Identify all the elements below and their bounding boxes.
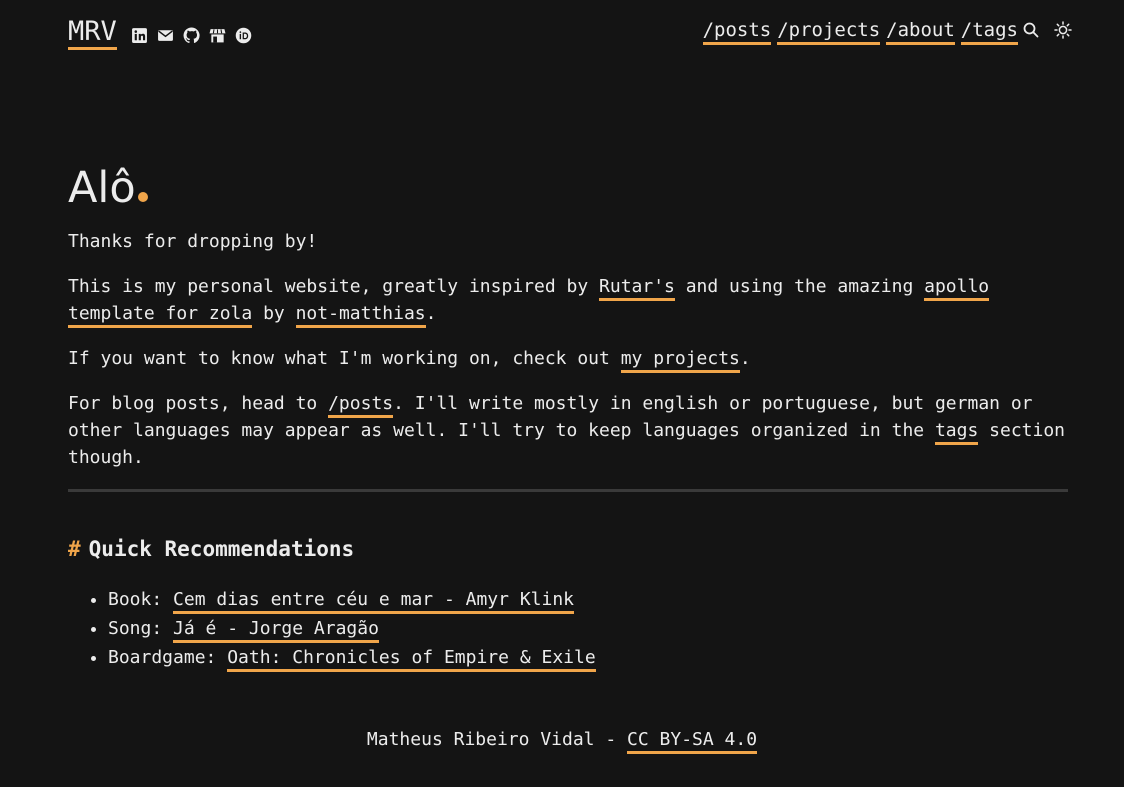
license-link[interactable]: CC BY-SA 4.0	[627, 729, 758, 754]
song-link[interactable]: Já é - Jorge Aragão	[173, 618, 379, 643]
linkedin-icon[interactable]	[131, 27, 148, 44]
site-logo[interactable]: MRV	[68, 16, 117, 50]
search-icon[interactable]	[1022, 21, 1040, 39]
greeting-text: Alô	[68, 163, 136, 213]
heading-text: Quick Recommendations	[88, 537, 355, 561]
projects-text-2: .	[739, 348, 751, 369]
not-matthias-link[interactable]: not-matthias	[295, 303, 426, 328]
nav-icons	[1022, 21, 1072, 39]
nav-projects[interactable]: /projects	[777, 18, 881, 45]
projects-text-1: If you want to know what I'm working on,…	[68, 348, 621, 369]
store-icon[interactable]	[209, 27, 226, 44]
recommendations-list: Book: Cem dias entre céu e mar - Amyr Kl…	[88, 585, 596, 672]
divider	[68, 489, 1068, 492]
projects-paragraph: If you want to know what I'm working on,…	[68, 345, 1068, 373]
main-nav: /posts /projects /about /tags	[702, 18, 1018, 45]
heading-hash: #	[68, 537, 81, 561]
my-projects-link[interactable]: my projects	[620, 348, 740, 373]
nav-tags[interactable]: /tags	[960, 18, 1018, 45]
boardgame-link[interactable]: Oath: Chronicles of Empire & Exile	[227, 647, 596, 672]
intro-content: Thanks for dropping by! This is my perso…	[68, 228, 1068, 489]
posts-text-1: For blog posts, head to	[68, 393, 329, 414]
rec-label: Book:	[108, 589, 174, 610]
github-icon[interactable]	[183, 27, 200, 44]
list-item: Boardgame: Oath: Chronicles of Empire & …	[108, 643, 596, 672]
list-item: Song: Já é - Jorge Aragão	[108, 614, 596, 643]
page: MRV /posts /projects /about /tags Alô Th…	[0, 0, 1124, 787]
recommendations-heading: # Quick Recommendations	[68, 535, 354, 563]
posts-link[interactable]: /posts	[328, 393, 394, 418]
sun-icon[interactable]	[1054, 21, 1072, 39]
rutar-link[interactable]: Rutar's	[599, 276, 675, 301]
nav-about[interactable]: /about	[886, 18, 955, 45]
email-icon[interactable]	[157, 27, 174, 44]
posts-paragraph: For blog posts, head to /posts. I'll wri…	[68, 390, 1068, 471]
footer-text: Matheus Ribeiro Vidal -	[366, 729, 628, 750]
footer: Matheus Ribeiro Vidal - CC BY-SA 4.0	[0, 727, 1124, 754]
accent-dot	[137, 192, 148, 202]
intro-paragraph: Thanks for dropping by!	[68, 231, 318, 252]
tags-link[interactable]: tags	[934, 420, 979, 445]
rec-label: Boardgame:	[108, 647, 228, 668]
nav-posts[interactable]: /posts	[702, 18, 772, 45]
page-title: Alô	[68, 162, 148, 214]
list-item: Book: Cem dias entre céu e mar - Amyr Kl…	[108, 585, 596, 614]
social-links	[131, 27, 252, 44]
rec-label: Song:	[108, 618, 174, 639]
about-text-4: .	[425, 303, 437, 324]
about-text-2: and using the amazing	[674, 276, 925, 297]
book-link[interactable]: Cem dias entre céu e mar - Amyr Klink	[173, 589, 574, 614]
about-text-3: by	[252, 303, 296, 324]
about-text-1: This is my personal website, greatly ins…	[68, 276, 600, 297]
about-paragraph: This is my personal website, greatly ins…	[68, 273, 1068, 328]
orcid-icon[interactable]	[235, 27, 252, 44]
